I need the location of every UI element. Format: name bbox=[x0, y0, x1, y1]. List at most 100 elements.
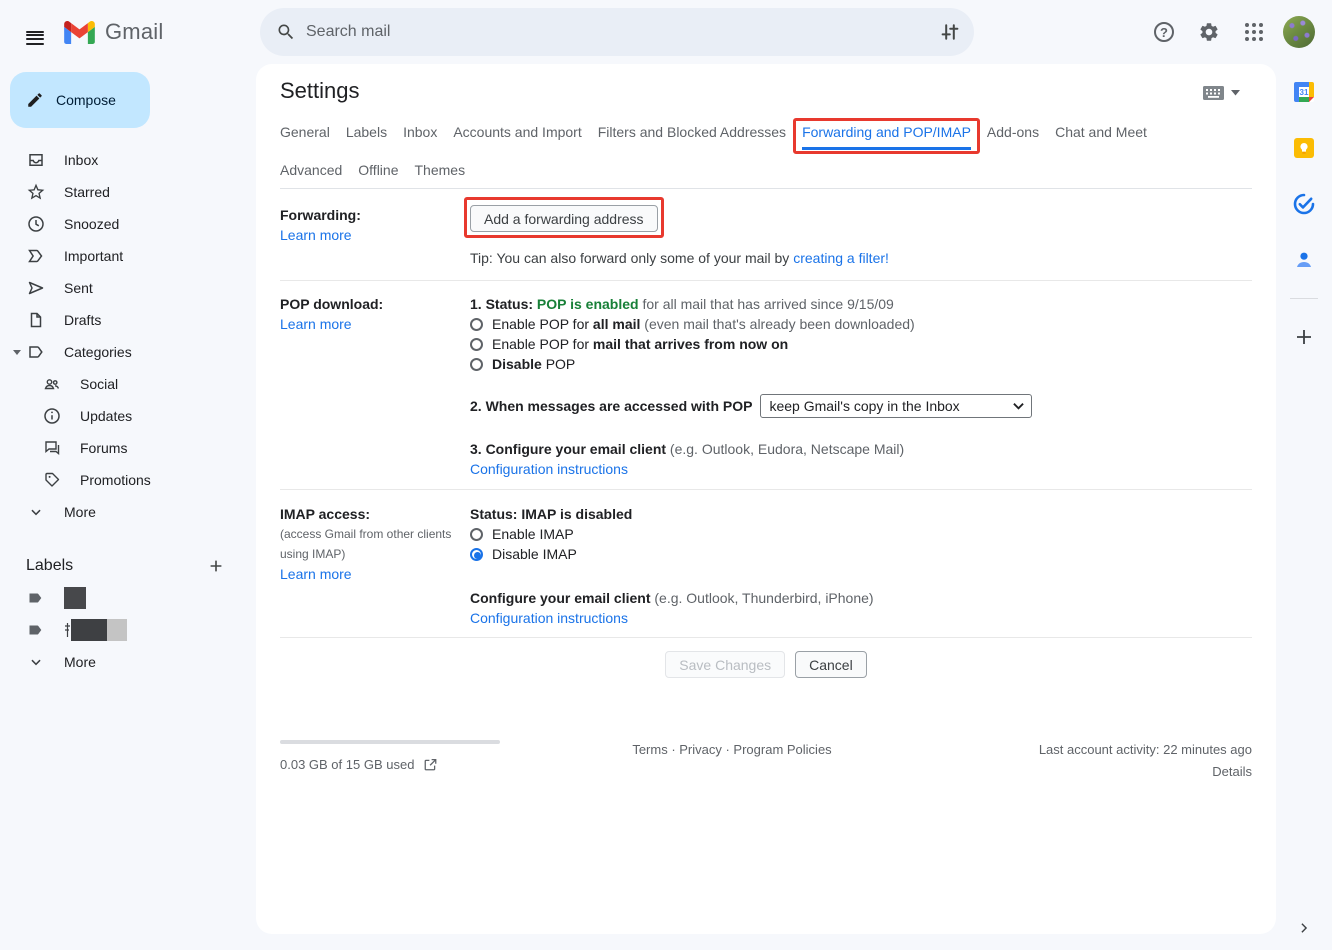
radio-icon[interactable] bbox=[470, 318, 483, 331]
contacts-button[interactable] bbox=[1284, 240, 1324, 280]
help-button[interactable]: ? bbox=[1143, 11, 1185, 53]
tab-advanced[interactable]: Advanced bbox=[280, 150, 342, 188]
tab-general[interactable]: General bbox=[280, 112, 330, 150]
tab-themes[interactable]: Themes bbox=[415, 150, 466, 188]
input-tools-selector[interactable] bbox=[1203, 86, 1240, 100]
redacted-label-name bbox=[64, 619, 127, 641]
pop-behavior-select[interactable]: keep Gmail's copy in the Inbox bbox=[760, 394, 1032, 418]
radio-icon[interactable] bbox=[470, 528, 483, 541]
forwarding-section: Forwarding: Learn more Add a forwarding … bbox=[280, 189, 1252, 281]
imap-configure-line: Configure your email client (e.g. Outloo… bbox=[470, 588, 1252, 608]
chat-bubbles-icon bbox=[42, 438, 62, 458]
tab-accounts-and-import[interactable]: Accounts and Import bbox=[453, 112, 581, 150]
imap-configuration-instructions-link[interactable]: Configuration instructions bbox=[470, 608, 628, 628]
sidebar-item-label: Sent bbox=[64, 280, 93, 296]
label-item-1[interactable] bbox=[0, 582, 256, 614]
keep-icon bbox=[1293, 137, 1315, 159]
search-input[interactable] bbox=[306, 23, 930, 41]
save-changes-button[interactable]: Save Changes bbox=[665, 651, 785, 678]
last-activity-text: Last account activity: 22 minutes ago bbox=[952, 742, 1252, 757]
tab-add-ons[interactable]: Add-ons bbox=[987, 112, 1039, 150]
main-menu-button[interactable] bbox=[14, 11, 56, 53]
dropdown-arrow-icon bbox=[1231, 90, 1240, 96]
sidebar-item-forums[interactable]: Forums bbox=[0, 432, 256, 464]
search-icon[interactable] bbox=[276, 22, 296, 42]
pop-option-all-mail[interactable]: Enable POP for all mail (even mail that'… bbox=[470, 314, 1252, 334]
tab-labels[interactable]: Labels bbox=[346, 112, 387, 150]
pop-step3-line: 3. Configure your email client (e.g. Out… bbox=[470, 439, 1252, 459]
option-text: Enable IMAP bbox=[492, 524, 574, 544]
gmail-m-icon bbox=[64, 21, 95, 44]
cancel-button[interactable]: Cancel bbox=[795, 651, 867, 678]
pop-status-label: 1. Status: bbox=[470, 296, 537, 312]
apps-button[interactable] bbox=[1233, 11, 1275, 53]
sidebar-item-sent[interactable]: Sent bbox=[0, 272, 256, 304]
imap-option-enable[interactable]: Enable IMAP bbox=[470, 524, 1252, 544]
imap-option-disable[interactable]: Disable IMAP bbox=[470, 544, 1252, 564]
sidebar-item-starred[interactable]: Starred bbox=[0, 176, 256, 208]
sidebar-item-updates[interactable]: Updates bbox=[0, 400, 256, 432]
details-link[interactable]: Details bbox=[952, 764, 1252, 779]
forwarding-learn-more-link[interactable]: Learn more bbox=[280, 225, 352, 245]
hide-side-panel-button[interactable] bbox=[1297, 921, 1311, 938]
compose-button[interactable]: Compose bbox=[10, 72, 150, 128]
pop-learn-more-link[interactable]: Learn more bbox=[280, 314, 352, 334]
create-label-button[interactable] bbox=[202, 552, 230, 580]
search-options-icon[interactable] bbox=[940, 22, 960, 42]
sidebar-item-more[interactable]: More bbox=[0, 496, 256, 528]
tab-offline[interactable]: Offline bbox=[358, 150, 398, 188]
pop-configuration-instructions-link[interactable]: Configuration instructions bbox=[470, 459, 628, 479]
sidebar-item-important[interactable]: Important bbox=[0, 240, 256, 272]
labels-more[interactable]: More bbox=[0, 646, 256, 678]
gmail-logo[interactable]: Gmail bbox=[64, 19, 163, 45]
forwarding-tip: Tip: You can also forward only some of y… bbox=[470, 248, 1252, 268]
sidebar-item-label: Drafts bbox=[64, 312, 101, 328]
storage-text: 0.03 GB of 15 GB used bbox=[280, 757, 414, 772]
tab-filters-and-blocked-addresses[interactable]: Filters and Blocked Addresses bbox=[598, 112, 786, 150]
sidebar-item-promotions[interactable]: Promotions bbox=[0, 464, 256, 496]
tab-forwarding-and-pop-imap[interactable]: Forwarding and POP/IMAP bbox=[802, 112, 971, 150]
sidebar-item-snoozed[interactable]: Snoozed bbox=[0, 208, 256, 240]
open-in-new-icon[interactable] bbox=[423, 757, 438, 772]
storage-meter bbox=[280, 740, 500, 744]
pop-option-disable[interactable]: Disable POP bbox=[470, 354, 1252, 374]
plus-icon bbox=[1294, 327, 1314, 347]
paper-plane-icon bbox=[26, 278, 46, 298]
footer-policy-links[interactable]: Terms · Privacy · Program Policies bbox=[512, 740, 952, 779]
creating-filter-link[interactable]: creating a filter! bbox=[793, 248, 889, 268]
pop-step2-row: 2. When messages are accessed with POP k… bbox=[470, 394, 1252, 418]
tab-inbox[interactable]: Inbox bbox=[403, 112, 437, 150]
hamburger-icon bbox=[26, 31, 44, 33]
radio-checked-icon[interactable] bbox=[470, 548, 483, 561]
pop-option-from-now-on[interactable]: Enable POP for mail that arrives from no… bbox=[470, 334, 1252, 354]
pop-step3-bold: 3. Configure your email client bbox=[470, 441, 666, 457]
search-bar[interactable] bbox=[260, 8, 974, 56]
account-button[interactable] bbox=[1278, 11, 1320, 53]
sidebar-item-drafts[interactable]: Drafts bbox=[0, 304, 256, 336]
calendar-button[interactable]: 31 bbox=[1284, 72, 1324, 112]
redacted-label-name bbox=[64, 587, 86, 609]
pencil-icon bbox=[26, 91, 44, 109]
settings-button[interactable] bbox=[1188, 11, 1230, 53]
sidebar-item-inbox[interactable]: Inbox bbox=[0, 144, 256, 176]
chevron-right-icon bbox=[1297, 921, 1311, 935]
imap-status-line: Status: IMAP is disabled bbox=[470, 504, 1252, 524]
tab-chat-and-meet[interactable]: Chat and Meet bbox=[1055, 112, 1147, 150]
radio-icon[interactable] bbox=[470, 338, 483, 351]
keep-button[interactable] bbox=[1284, 128, 1324, 168]
keyboard-icon bbox=[1203, 86, 1224, 100]
apps-grid-icon bbox=[1245, 23, 1263, 41]
rail-divider bbox=[1290, 298, 1318, 299]
expand-arrow-icon[interactable] bbox=[13, 350, 21, 355]
add-forwarding-address-button[interactable]: Add a forwarding address bbox=[470, 205, 658, 232]
people-icon bbox=[42, 374, 62, 394]
label-item-2[interactable] bbox=[0, 614, 256, 646]
sidebar-item-social[interactable]: Social bbox=[0, 368, 256, 400]
label-filled-icon bbox=[26, 620, 46, 640]
radio-icon[interactable] bbox=[470, 358, 483, 371]
imap-learn-more-link[interactable]: Learn more bbox=[280, 564, 352, 584]
sidebar-item-categories[interactable]: Categories bbox=[0, 336, 256, 368]
sidebar-item-label: More bbox=[64, 504, 96, 520]
get-add-ons-button[interactable] bbox=[1284, 317, 1324, 357]
tasks-button[interactable] bbox=[1284, 184, 1324, 224]
